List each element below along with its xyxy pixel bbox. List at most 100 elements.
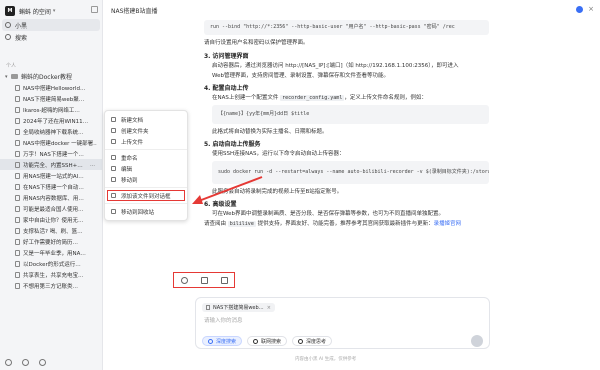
list-item-label: 2024年了还在用WIN11… (23, 118, 89, 125)
composer-tools: 深度搜索 联网搜索 深度思考 (202, 336, 333, 346)
list-item[interactable]: 万字！NAS下搭建一个… (0, 148, 102, 159)
document-icon (15, 238, 20, 245)
workspace-name: 蝌蚪 的空间 (19, 8, 51, 16)
assistant-icon[interactable] (576, 6, 584, 13)
settings-icon[interactable] (22, 359, 29, 366)
regenerate-icon[interactable] (180, 276, 188, 284)
upload-icon (111, 139, 116, 144)
list-item[interactable]: 不想用第三方记账类… (0, 280, 102, 291)
list-item[interactable]: Ikaros-超嗨的网络工… (0, 104, 102, 115)
code-block: run --bind "http://*:2356" --http-basic-… (204, 20, 489, 35)
list-item[interactable]: NAS中搭建docker 一键部署… (0, 137, 102, 148)
document-icon (15, 260, 20, 267)
chip-label: NAS下搭建简易web… (213, 305, 264, 311)
list-item-label: 用NAS搭建一站式的AI… (23, 173, 84, 180)
document-icon (15, 282, 20, 289)
document-icon (15, 128, 20, 135)
list-item[interactable]: 2024年了还在用WIN11… (0, 115, 102, 126)
text: ，定义上传文件命名规则，例如： (344, 95, 427, 101)
list-item-label: 万字！NAS下搭建一个… (23, 151, 84, 158)
list-item-label: NAS下搭建简易web聚… (23, 96, 85, 103)
user-icon (5, 22, 11, 28)
document-icon (15, 271, 20, 278)
list-item-label: 好工作需要好的简历… (23, 239, 79, 246)
menu-item-new-doc[interactable]: 新建文档 (105, 114, 187, 125)
menu-item-new-folder[interactable]: 创建文件夹 (105, 125, 187, 136)
topbar: NAS搭建B站直播 × (104, 0, 600, 20)
list-item-selected[interactable]: 功能完全、内置SSH+… … (0, 159, 102, 170)
rename-icon (111, 155, 116, 160)
edit-icon (111, 166, 116, 171)
menu-item-edit[interactable]: 编辑 (105, 163, 187, 174)
list-item-label: 可能是最适合国人使用… (23, 206, 84, 213)
menu-item-rename[interactable]: 重命名 (105, 152, 187, 163)
document-icon (15, 150, 20, 157)
list-item[interactable]: 家中自由让你？使用无… (0, 214, 102, 225)
document-list: NAS中搭建Helloworld… NAS下搭建简易web聚… Ikaros-超… (0, 82, 102, 291)
message-actions (173, 272, 235, 288)
list-item-label: 又是一年毕业季，用NA… (23, 250, 86, 257)
nav-item-xiaohei[interactable]: 小黑 (2, 19, 100, 31)
list-item[interactable]: 可能是最适合国人使用… (0, 203, 102, 214)
move-icon (111, 177, 116, 182)
attached-doc-chip[interactable]: NAS下搭建简易web… × (202, 303, 275, 312)
document-icon (15, 216, 20, 223)
step-title: 3. 访问管理界面 (204, 53, 249, 60)
close-icon[interactable]: × (588, 6, 594, 13)
menu-divider (105, 187, 187, 188)
list-item[interactable]: 好工作需要好的简历… (0, 236, 102, 247)
list-item[interactable]: 全局收纳器神下载系统… (0, 126, 102, 137)
message-input[interactable]: 请输入你的消息 (204, 316, 243, 324)
bulb-icon (298, 338, 304, 344)
tool-label: 深度思考 (306, 338, 327, 345)
menu-item-move[interactable]: 移动到 (105, 174, 187, 185)
list-item-label: 功能完全、内置SSH+… (23, 162, 83, 169)
list-item[interactable]: 共享表生，共享充电宝… (0, 269, 102, 280)
folder-icon (11, 74, 18, 79)
list-item[interactable]: 用NAS搭建一站式的AI… (0, 170, 102, 181)
official-site-link[interactable]: 录播姬官网 (434, 221, 462, 227)
menu-item-label: 重命名 (121, 155, 138, 162)
list-item-label: 以Docker的形式运行… (23, 261, 81, 268)
list-item[interactable]: 以Docker的形式运行… (0, 258, 102, 269)
web-search-toggle[interactable]: 联网搜索 (247, 336, 288, 346)
deep-think-toggle[interactable]: 深度思考 (292, 336, 333, 346)
close-icon[interactable]: × (267, 305, 271, 311)
list-item[interactable]: 支撑私活? 喝、刷、篮… (0, 225, 102, 236)
nav-item-search[interactable]: 搜索 (0, 31, 102, 43)
list-item[interactable]: 在NAS下搭建一个自动… (0, 181, 102, 192)
document-icon (15, 117, 20, 124)
tool-label: 深度搜索 (216, 338, 237, 345)
menu-item-label: 移动到 (121, 177, 138, 184)
list-item[interactable]: 用NAS内容数据库、用… (0, 192, 102, 203)
document-icon (15, 161, 20, 168)
context-menu: 新建文档 创建文件夹 上传文件 重命名 编辑 移动到 添加该文件到对话框 移动到… (104, 110, 188, 221)
save-icon[interactable] (220, 276, 228, 284)
send-button[interactable] (471, 335, 483, 347)
trash-icon (111, 209, 116, 214)
page-title: NAS搭建B站直播 (111, 7, 158, 15)
deep-search-toggle[interactable]: 深度搜索 (202, 336, 243, 346)
list-item[interactable]: NAS中搭建Helloworld… (0, 82, 102, 93)
menu-item-label: 上传文件 (121, 139, 144, 146)
menu-item-trash[interactable]: 移动到回收站 (105, 206, 187, 217)
workspace-switcher[interactable]: M 蝌蚪 的空间 ▾ (0, 3, 102, 19)
folder-plus-icon (111, 128, 116, 133)
list-item[interactable]: NAS下搭建简易web聚… (0, 93, 102, 104)
chat-composer[interactable]: NAS下搭建简易web… × 请输入你的消息 深度搜索 联网搜索 深度思考 (195, 297, 490, 349)
help-icon[interactable] (5, 359, 12, 366)
trash-icon[interactable] (39, 359, 46, 366)
add-to-chat-icon (111, 193, 116, 198)
globe-icon (253, 338, 259, 344)
menu-item-upload[interactable]: 上传文件 (105, 136, 187, 147)
nav-item-label: 小黑 (15, 22, 28, 30)
more-options-icon[interactable]: … (90, 162, 95, 168)
menu-item-label: 创建文件夹 (121, 128, 149, 135)
menu-divider (105, 203, 187, 204)
folder-docker-tutorial[interactable]: ▾ 蝌蚪的Docker教程 (0, 71, 102, 82)
menu-divider (105, 149, 187, 150)
copy-icon[interactable] (200, 276, 208, 284)
collapse-sidebar-icon[interactable] (91, 6, 98, 13)
menu-item-add-to-chat[interactable]: 添加该文件到对话框 (107, 190, 185, 201)
list-item[interactable]: 又是一年毕业季，用NA… (0, 247, 102, 258)
